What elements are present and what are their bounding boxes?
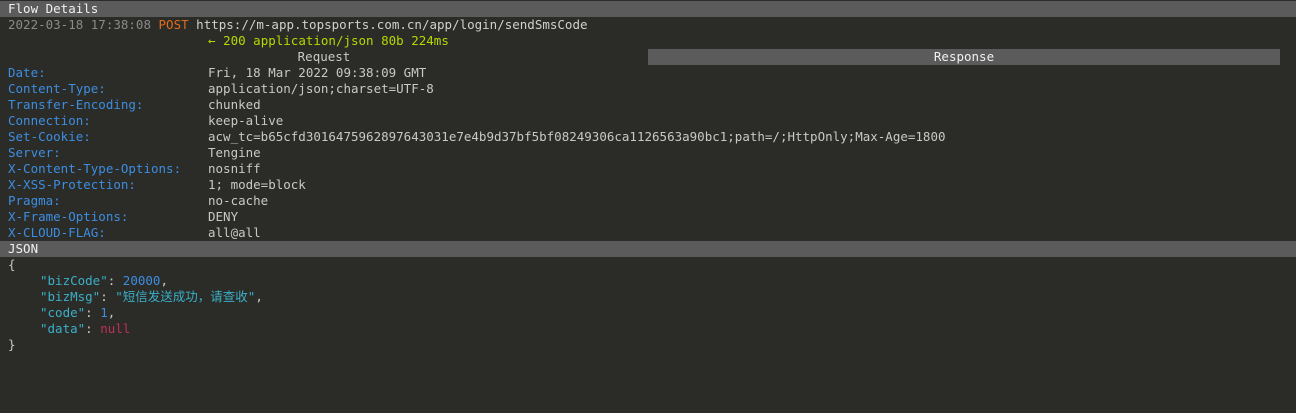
header-key: Transfer-Encoding: (8, 97, 144, 112)
window-title-bar: Flow Details (0, 1, 1296, 17)
response-status: 200 (223, 33, 246, 48)
tab-response[interactable]: Response (648, 49, 1280, 65)
json-number: 20000 (122, 273, 161, 288)
json-key: "data" (40, 321, 86, 336)
response-duration: 224ms (411, 33, 449, 48)
body-view-mode-bar[interactable]: JSON (0, 241, 1296, 257)
header-value: DENY (208, 209, 239, 224)
header-value: all@all (208, 225, 261, 240)
header-key: X-CLOUD-FLAG: (8, 225, 106, 240)
json-field: "data": null (40, 321, 131, 336)
flow-response-line: ← 200 application/json 80b 224ms (208, 33, 449, 49)
json-number: 1 (100, 305, 108, 320)
response-size: 80b (381, 33, 404, 48)
header-key: X-Content-Type-Options: (8, 161, 182, 176)
header-value: nosniff (208, 161, 261, 176)
response-content-type: application/json (253, 33, 374, 48)
json-string: "短信发送成功，请查收" (115, 289, 256, 304)
header-key: Content-Type: (8, 81, 106, 96)
header-key: Date: (8, 65, 46, 80)
body-view-mode: JSON (8, 241, 39, 256)
window-title: Flow Details (8, 1, 99, 16)
header-key: Connection: (8, 113, 91, 128)
json-key: "bizMsg" (40, 289, 101, 304)
json-open-brace: { (8, 257, 16, 272)
header-key: X-Frame-Options: (8, 209, 129, 224)
header-value: Tengine (208, 145, 261, 160)
header-value: no-cache (208, 193, 269, 208)
json-field: "code": 1, (40, 305, 116, 320)
header-value: application/json;charset=UTF-8 (208, 81, 434, 96)
tab-request[interactable]: Request (208, 49, 440, 65)
header-value: Fri, 18 Mar 2022 09:38:09 GMT (208, 65, 427, 80)
header-key: X-XSS-Protection: (8, 177, 136, 192)
header-key: Server: (8, 145, 61, 160)
header-value: acw_tc=b65cfd3016475962897643031e7e4b9d3… (208, 129, 946, 144)
header-value: keep-alive (208, 113, 284, 128)
response-arrow-icon: ← (208, 33, 216, 48)
json-close-brace: } (8, 337, 16, 352)
flow-summary-line: 2022-03-18 17:38:08 POST https://m-app.t… (8, 17, 588, 33)
flow-method: POST (158, 17, 189, 32)
json-key: "code" (40, 305, 86, 320)
json-field: "bizCode": 20000, (40, 273, 168, 288)
header-value: 1; mode=block (208, 177, 306, 192)
flow-url[interactable]: https://m-app.topsports.com.cn/app/login… (196, 17, 587, 32)
header-value: chunked (208, 97, 261, 112)
json-key: "bizCode" (40, 273, 108, 288)
json-null: null (100, 321, 131, 336)
flow-timestamp: 2022-03-18 17:38:08 (8, 17, 151, 32)
json-field: "bizMsg": "短信发送成功，请查收", (40, 289, 263, 304)
header-key: Pragma: (8, 193, 61, 208)
header-key: Set-Cookie: (8, 129, 91, 144)
